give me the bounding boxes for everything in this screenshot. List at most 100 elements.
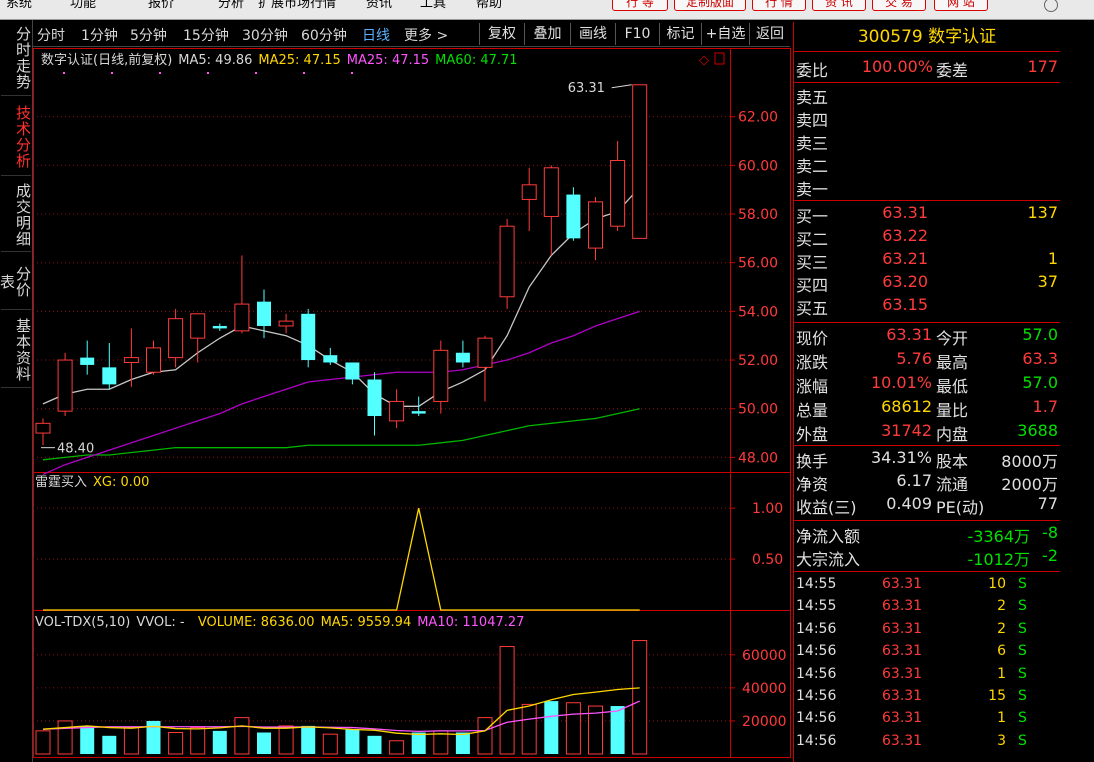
stat-row: 涨跌 5.76 最高 63.3 [794, 349, 1060, 372]
field-label: 买一 [796, 207, 829, 226]
period-tab[interactable]: 60分钟 [301, 25, 347, 45]
tick-time: 14:56 [796, 620, 837, 637]
sell-row: 卖二 [794, 153, 1060, 176]
field-value: -3364万 [967, 527, 1031, 546]
menu-right-button[interactable]: 行 等 [612, 0, 668, 11]
field-value: 10.01% [870, 373, 932, 392]
menu-item[interactable]: 资讯 [366, 0, 392, 11]
menu-item[interactable]: 报价 [148, 0, 174, 11]
menu-item[interactable]: 帮助 [476, 0, 502, 11]
main-frame [33, 48, 791, 473]
volume-bar [212, 730, 227, 754]
candle-body [80, 357, 95, 365]
menu-right-button[interactable]: 行 情 [752, 0, 806, 11]
toolbar-button[interactable]: +自选 [701, 23, 749, 45]
max-price-label: 63.31 [568, 81, 605, 96]
tick-row: 14:56 63.31 2 S [794, 619, 1060, 641]
menu-item[interactable]: 功能 [70, 0, 96, 11]
volume-bar [367, 735, 382, 754]
max-pointer [611, 84, 632, 89]
toolbar-button[interactable]: 返回 [749, 23, 790, 45]
panel-toggle-icon [714, 52, 725, 65]
field-label: 股本 [936, 452, 969, 471]
marker-dot [207, 72, 209, 74]
period-tab[interactable]: 分时 [37, 25, 65, 45]
menu-right-button[interactable]: 交 易 [872, 0, 926, 11]
field-value: 57.0 [1022, 325, 1058, 344]
close-icon[interactable] [1044, 0, 1058, 12]
tick-time: 14:56 [796, 643, 837, 660]
candle-body [35, 422, 51, 434]
menu-right-button[interactable]: 定制版面 [674, 0, 746, 11]
menu-item[interactable]: 分析 [218, 0, 244, 11]
sidebar-tab[interactable]: 技术分析 [1, 98, 32, 176]
menu-right-button[interactable]: 网 站 [934, 0, 988, 11]
stat-row: 现价 63.31 今开 57.0 [794, 325, 1060, 348]
candle-body [566, 194, 581, 239]
sidebar-tab[interactable]: 成交明细 [1, 178, 32, 252]
field-value: 68612 [881, 397, 932, 416]
field-label: 净资 [796, 475, 829, 494]
field-value: 0.409 [886, 494, 932, 513]
sidebar-tab[interactable]: 分价表 [0, 254, 32, 310]
header-field: MA60: 47.71 [435, 53, 517, 68]
candle-body [477, 337, 493, 368]
candle-body [367, 379, 382, 417]
field-label: 内盘 [936, 425, 969, 444]
period-tab[interactable]: 30分钟 [242, 25, 288, 45]
field-value: 100.00% [861, 57, 933, 76]
toolbar-button[interactable]: 复权 [479, 23, 524, 45]
chart-area[interactable]: 62.00 60.00 58.00 56.00 54.00 52.00 50.00 48.00… [33, 48, 793, 758]
period-tab[interactable]: 15分钟 [183, 25, 229, 45]
candle-body [278, 320, 294, 327]
menu-right-button[interactable]: 资 讯 [812, 0, 866, 11]
chart-toolbar: 分时 1分钟 5分钟 15分钟 30分钟 60分钟 日线 更多 > 复权 叠加 画线 F10 标记 +自选… [33, 22, 790, 47]
candle-body [257, 301, 271, 326]
vol-name: VOL-TDX(5,10) [35, 615, 130, 630]
sidebar-tab[interactable]: 基本资料 [1, 312, 32, 388]
field-value: -8 [1042, 523, 1058, 542]
tick-time: 14:56 [796, 732, 837, 749]
marker-dot [159, 72, 161, 74]
diamond-icon: ◇ [699, 53, 709, 68]
volume-bar [234, 717, 250, 755]
tick-price: 63.31 [882, 732, 923, 749]
tick-price: 63.31 [882, 598, 923, 615]
period-tab[interactable]: 1分钟 [81, 25, 118, 45]
chart-svg[interactable]: 62.00 60.00 58.00 56.00 54.00 52.00 50.00 48.00… [33, 48, 793, 758]
volume-bar [521, 703, 537, 755]
menu-item[interactable]: 工具 [420, 0, 446, 11]
period-tab[interactable]: 更多 > [404, 25, 448, 45]
sidebar-tab[interactable]: 分时走势 [1, 20, 32, 96]
tick-volume: 3 [997, 732, 1006, 749]
y-tick-label: 48.00 [738, 450, 778, 466]
menu-item[interactable]: 系统 [6, 0, 32, 11]
candle-body [632, 84, 648, 239]
volume-bar [301, 725, 316, 754]
tick-row: 14:56 63.31 6 S [794, 641, 1060, 663]
candle-body [499, 225, 515, 298]
field-label: PE(动) [936, 498, 985, 517]
tick-time: 14:55 [796, 598, 837, 615]
toolbar-button[interactable]: 叠加 [524, 23, 570, 45]
tick-volume: 15 [988, 688, 1006, 704]
toolbar-button[interactable]: 画线 [570, 23, 615, 45]
y-tick-label: 60.00 [738, 158, 778, 174]
menu-item[interactable]: 扩展市场行情 [258, 0, 336, 11]
tick-side: S [1018, 665, 1027, 682]
toolbar-button[interactable]: F10 [615, 23, 659, 45]
field-label: 买五 [796, 299, 829, 318]
volume-bar [190, 727, 206, 755]
candle-body [168, 318, 184, 359]
period-tab[interactable]: 5分钟 [130, 25, 167, 45]
buy-row: 买四 63.20 37 [794, 272, 1060, 295]
field-label: 量比 [936, 401, 969, 420]
volume-bar [544, 701, 559, 754]
period-tab[interactable]: 日线 [362, 25, 390, 45]
tick-price: 63.31 [882, 688, 923, 704]
toolbar-button[interactable]: 标记 [659, 23, 701, 45]
field-label: 大宗流入 [796, 550, 861, 569]
volume-bar [565, 702, 581, 755]
tick-volume: 2 [997, 620, 1006, 637]
field-value: 63.22 [882, 226, 928, 245]
